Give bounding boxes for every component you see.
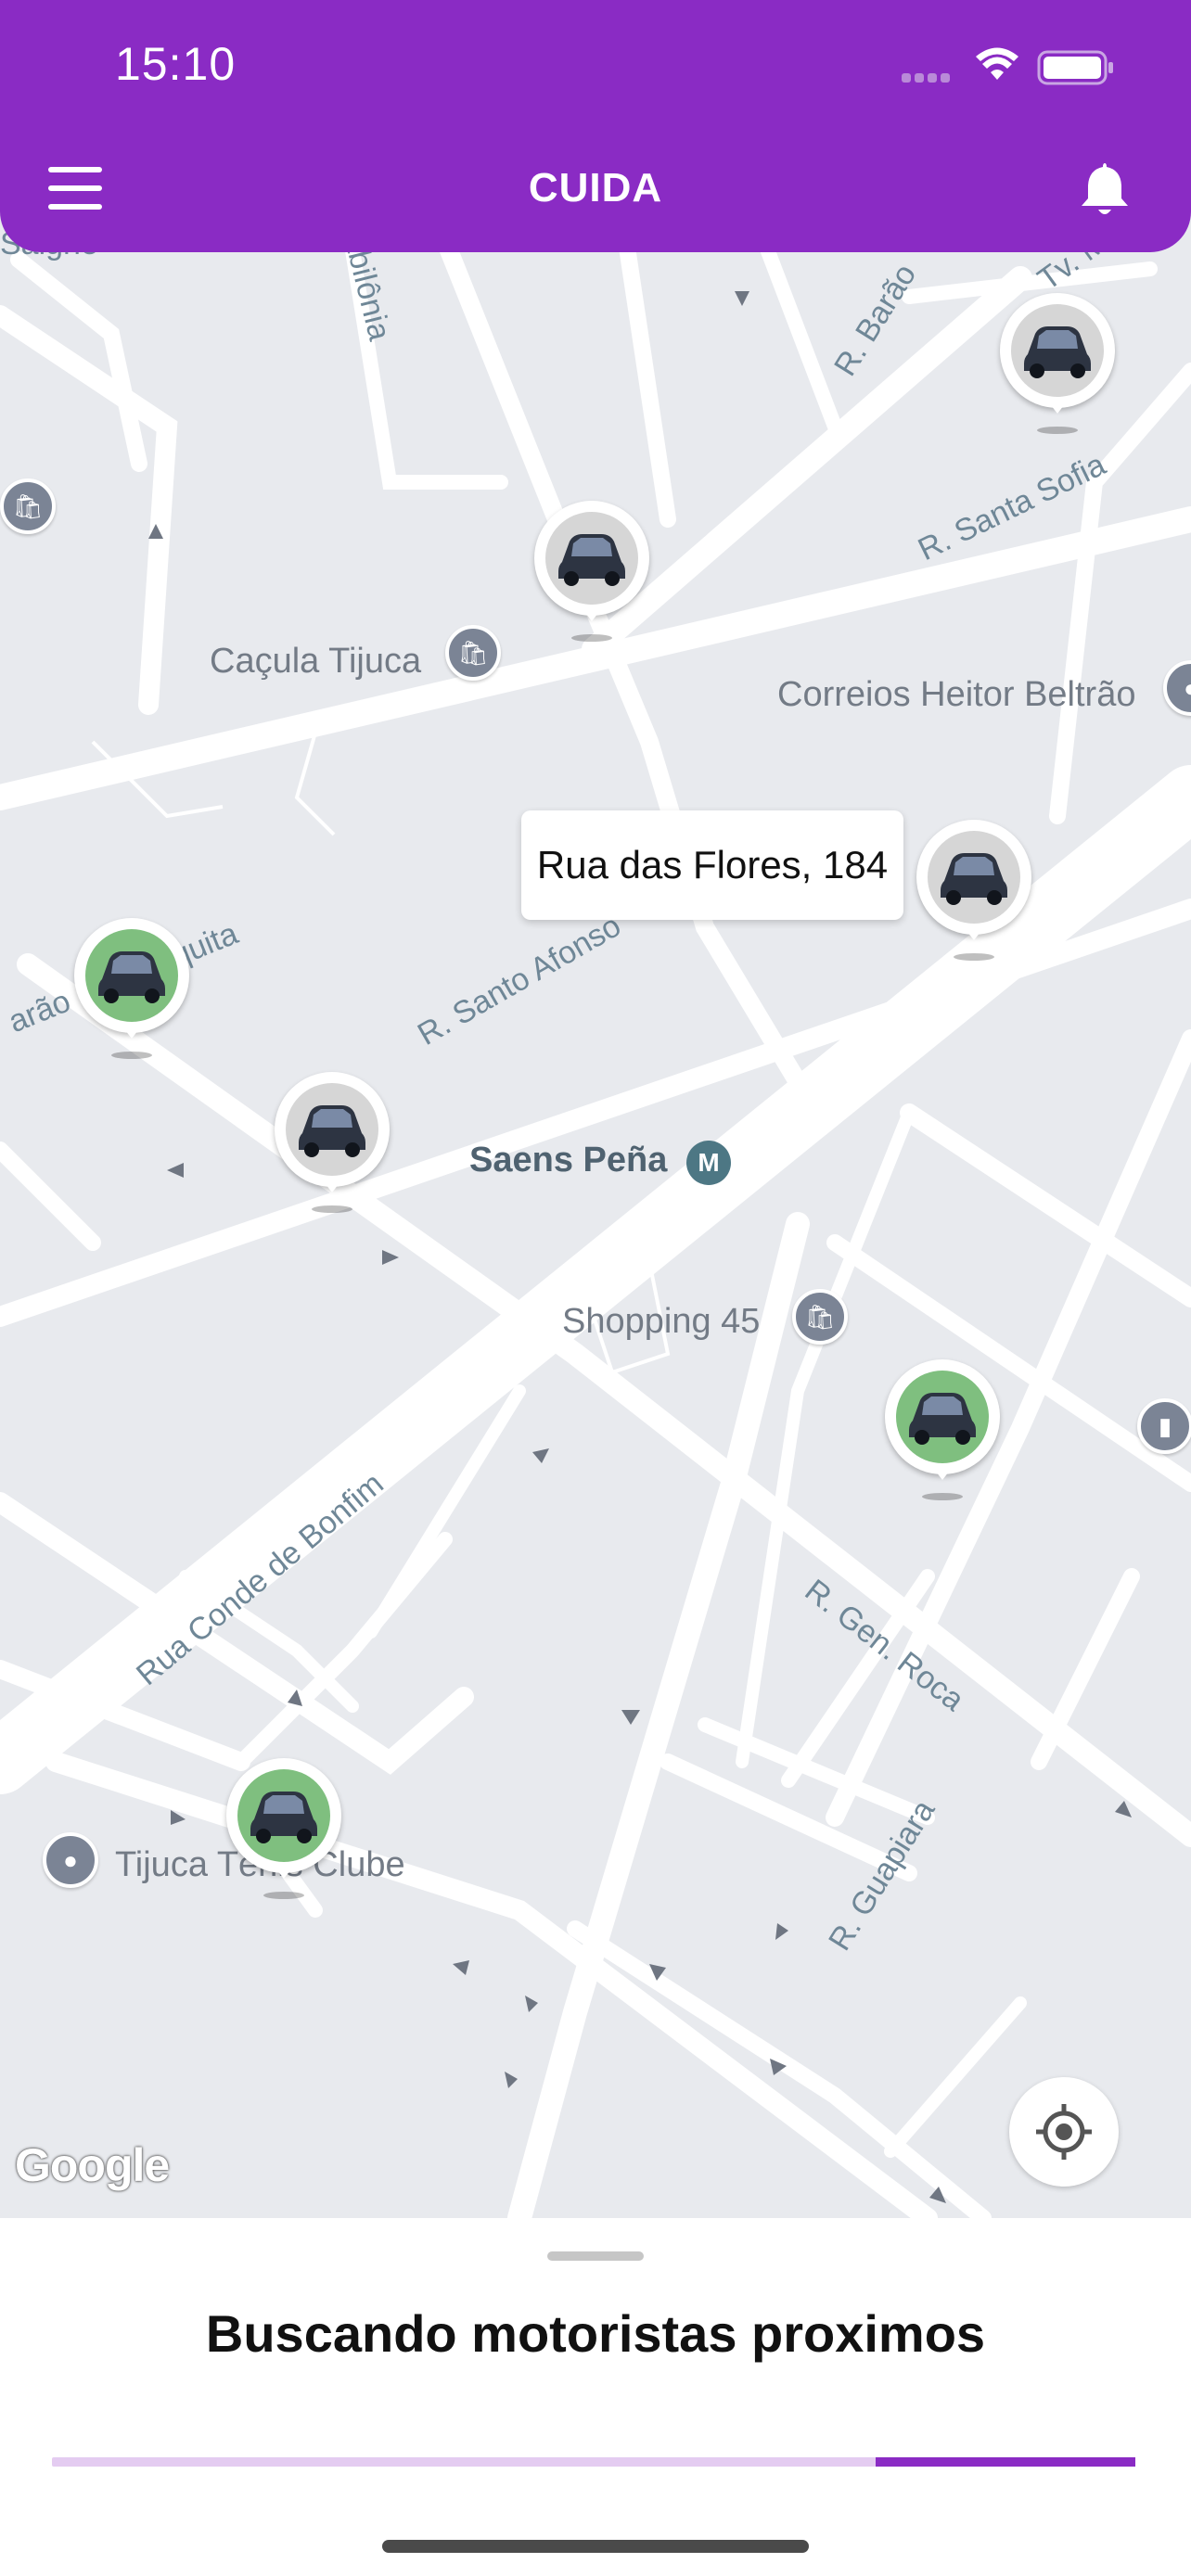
bottom-sheet: Buscando motoristas proximos xyxy=(0,2218,1191,2576)
search-progress-fill xyxy=(875,2457,1135,2467)
poi-label-saens-pena: Saens Peña xyxy=(469,1141,668,1180)
google-logo: Google xyxy=(15,2139,170,2191)
app-title: CUIDA xyxy=(528,165,663,210)
car-icon xyxy=(941,853,1007,905)
shopping-bag-icon[interactable]: 🛍 xyxy=(0,478,56,534)
car-icon xyxy=(909,1393,976,1445)
car-icon xyxy=(250,1792,317,1843)
shopping-bag-icon[interactable]: 🛍 xyxy=(445,625,501,681)
car-icon xyxy=(558,534,625,586)
driver-pin-available[interactable] xyxy=(226,1758,341,1906)
driver-pin-busy[interactable] xyxy=(534,501,649,649)
driver-pin-busy[interactable] xyxy=(916,820,1031,968)
notification-bell-icon[interactable] xyxy=(1078,159,1132,219)
sheet-drag-handle[interactable] xyxy=(547,2251,644,2261)
poi-label-correios: Correios Heitor Beltrão xyxy=(777,675,1136,714)
search-progress-bar xyxy=(52,2457,1135,2467)
metro-station-icon[interactable]: M xyxy=(686,1141,731,1185)
driver-pin-busy[interactable] xyxy=(1000,293,1115,441)
app-header: 15:10 CUIDA xyxy=(0,0,1191,252)
car-icon xyxy=(299,1105,365,1157)
car-icon xyxy=(98,951,165,1003)
driver-pin-busy[interactable] xyxy=(275,1072,390,1220)
hotel-bed-icon[interactable]: ▮ xyxy=(1137,1398,1191,1454)
address-callout[interactable]: Rua das Flores, 184 xyxy=(521,810,903,920)
shopping-bag-icon[interactable]: 🛍 xyxy=(792,1289,848,1345)
locate-me-button[interactable] xyxy=(1009,2077,1119,2187)
poi-label-cacula: Caçula Tijuca xyxy=(210,642,422,681)
poi-label-shopping: Shopping 45 xyxy=(562,1302,761,1341)
car-icon xyxy=(1024,326,1091,378)
home-indicator[interactable] xyxy=(382,2540,809,2553)
wifi-icon xyxy=(976,47,1018,80)
searching-drivers-title: Buscando motoristas proximos xyxy=(205,2304,986,2363)
driver-pin-available[interactable] xyxy=(885,1359,1000,1508)
status-time: 15:10 xyxy=(115,38,237,90)
cellular-signal-icon xyxy=(902,70,954,83)
driver-pin-available[interactable] xyxy=(74,918,189,1066)
map-pin-icon[interactable]: ● xyxy=(43,1832,98,1888)
crosshair-icon xyxy=(1036,2104,1092,2160)
map-view[interactable]: Saigne abilônia R. Barão R. Santa Sofia … xyxy=(0,0,1191,2218)
battery-icon xyxy=(1037,50,1113,85)
